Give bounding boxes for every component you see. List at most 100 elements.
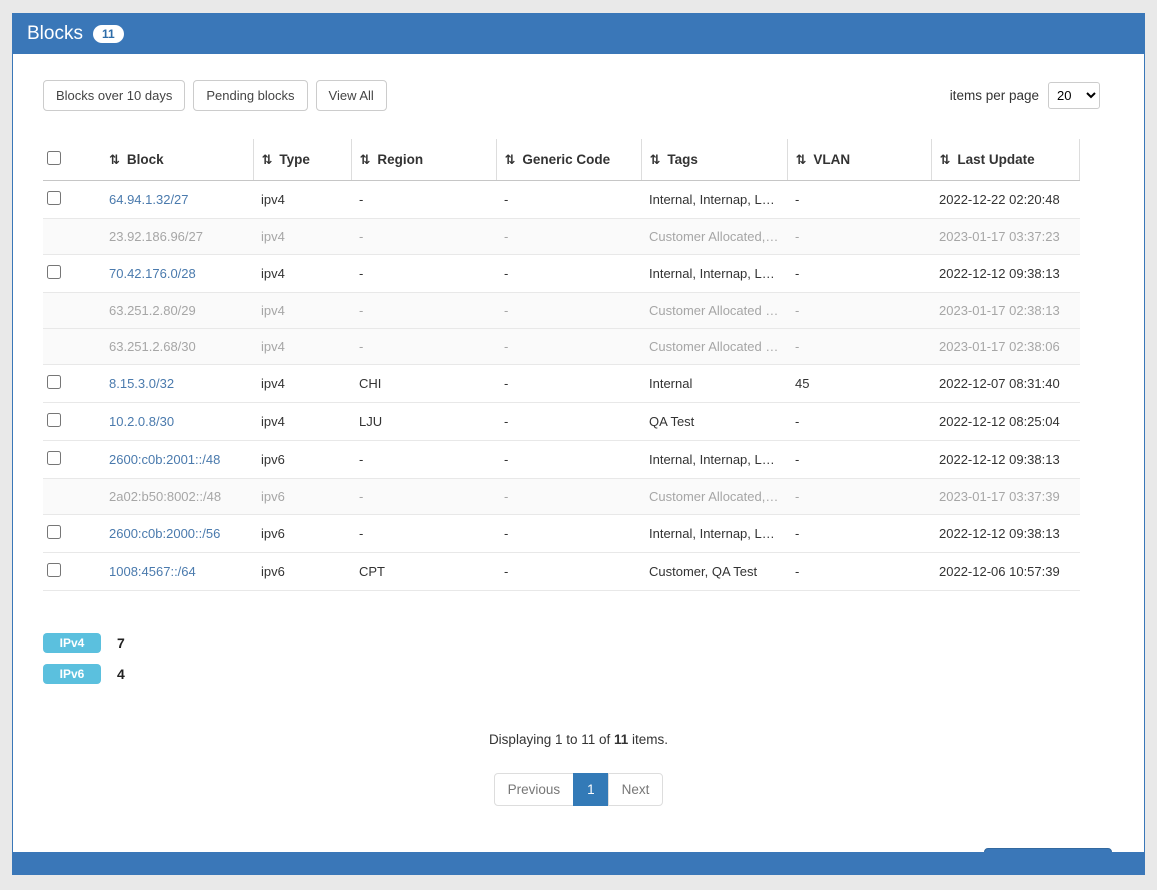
block-link[interactable]: 8.15.3.0/32 [109,376,174,391]
next-page-button[interactable]: Next [608,773,664,806]
vlan-cell: - [787,329,931,365]
block-link[interactable]: 2600:c0b:2000::/56 [109,526,220,541]
vlan-cell: - [787,553,931,591]
block-cell: 1008:4567::/64 [101,553,253,591]
type-cell: ipv6 [253,553,351,591]
table-row: 10.2.0.8/30ipv4LJU-QA Test-2022-12-12 08… [43,403,1080,441]
tags-cell: Internal, Internap, LAN [641,515,787,553]
last-update-cell: 2022-12-12 08:25:04 [931,403,1080,441]
row-checkbox[interactable] [47,375,61,389]
type-cell: ipv6 [253,479,351,515]
filter-button-blocks-over-10-days[interactable]: Blocks over 10 days [43,80,185,111]
generic-code-cell: - [496,403,641,441]
sort-icon: ⇅ [940,152,951,167]
column-header-tags[interactable]: ⇅Tags [641,139,787,181]
count-badge: 11 [93,25,124,43]
summary-row-ipv6: IPv64 [43,664,1114,684]
region-cell: CPT [351,553,496,591]
type-cell: ipv6 [253,515,351,553]
generic-code-cell: - [496,479,641,515]
filter-button-pending-blocks[interactable]: Pending blocks [193,80,307,111]
panel-footer [13,852,1144,874]
region-cell: CHI [351,365,496,403]
generic-code-cell: - [496,293,641,329]
table-row: 64.94.1.32/27ipv4--Internal, Internap, L… [43,181,1080,219]
block-link[interactable]: 2600:c0b:2001::/48 [109,452,220,467]
block-cell: 8.15.3.0/32 [101,365,253,403]
displaying-prefix: Displaying 1 to 11 of [489,732,614,747]
column-header-block[interactable]: ⇅Block [101,139,253,181]
row-checkbox[interactable] [47,265,61,279]
items-per-page-label: items per page [950,88,1039,103]
type-cell: ipv4 [253,403,351,441]
generic-code-cell: - [496,515,641,553]
last-update-cell: 2023-01-17 03:37:39 [931,479,1080,515]
row-checkbox-cell [43,181,101,219]
block-cell: 63.251.2.68/30 [101,329,253,365]
table-row: 1008:4567::/64ipv6CPT-Customer, QA Test-… [43,553,1080,591]
vlan-cell: - [787,255,931,293]
toolbar: Blocks over 10 days Pending blocks View Al… [43,80,1114,111]
items-per-page-select[interactable]: 20 [1048,82,1100,109]
badge-count: 4 [117,666,125,682]
block-link[interactable]: 10.2.0.8/30 [109,414,174,429]
row-checkbox[interactable] [47,525,61,539]
block-cell: 23.92.186.96/27 [101,219,253,255]
block-link[interactable]: 70.42.176.0/28 [109,266,196,281]
column-header-generic-code[interactable]: ⇅Generic Code [496,139,641,181]
last-update-cell: 2022-12-22 02:20:48 [931,181,1080,219]
page-title: Blocks [27,23,83,45]
displaying-text: Displaying 1 to 11 of 11 items. [43,732,1114,747]
page-1-button[interactable]: 1 [573,773,609,806]
column-header-region[interactable]: ⇅Region [351,139,496,181]
column-header-last-update[interactable]: ⇅Last Update [931,139,1080,181]
block-text: 23.92.186.96/27 [109,229,203,244]
vlan-cell: - [787,515,931,553]
block-link[interactable]: 64.94.1.32/27 [109,192,189,207]
vlan-cell: - [787,293,931,329]
table-row: 8.15.3.0/32ipv4CHI-Internal452022-12-07 … [43,365,1080,403]
sort-icon: ⇅ [262,152,273,167]
row-checkbox[interactable] [47,413,61,427]
displaying-suffix: items. [628,732,668,747]
vlan-cell: - [787,219,931,255]
table-row: 63.251.2.68/30ipv4--Customer Allocated I… [43,329,1080,365]
column-header-vlan[interactable]: ⇅VLAN [787,139,931,181]
column-header-type[interactable]: ⇅Type [253,139,351,181]
tags-cell: Customer Allocated I… [641,293,787,329]
block-cell: 70.42.176.0/28 [101,255,253,293]
region-cell: - [351,255,496,293]
row-checkbox[interactable] [47,451,61,465]
region-cell: - [351,181,496,219]
filter-button-view-all[interactable]: View All [316,80,387,111]
table-row: 63.251.2.80/29ipv4--Customer Allocated I… [43,293,1080,329]
generic-code-cell: - [496,365,641,403]
block-link[interactable]: 1008:4567::/64 [109,564,196,579]
last-update-cell: 2023-01-17 02:38:06 [931,329,1080,365]
previous-page-button[interactable]: Previous [494,773,575,806]
tags-cell: Customer, QA Test [641,553,787,591]
filter-buttons: Blocks over 10 days Pending blocks View Al… [43,80,387,111]
last-update-cell: 2022-12-12 09:38:13 [931,441,1080,479]
generic-code-cell: - [496,329,641,365]
type-cell: ipv6 [253,441,351,479]
displaying-total: 11 [614,732,628,747]
row-checkbox-cell [43,329,101,365]
block-cell: 2600:c0b:2000::/56 [101,515,253,553]
select-all-checkbox[interactable] [47,151,61,165]
type-cell: ipv4 [253,293,351,329]
sort-icon: ⇅ [796,152,807,167]
generic-code-cell: - [496,553,641,591]
block-cell: 2a02:b50:8002::/48 [101,479,253,515]
region-cell: - [351,441,496,479]
tags-cell: Internal, Internap, LAN [641,441,787,479]
last-update-cell: 2023-01-17 02:38:13 [931,293,1080,329]
tags-cell: Customer Allocated, I… [641,479,787,515]
summary-row-ipv4: IPv47 [43,633,1114,653]
row-checkbox[interactable] [47,191,61,205]
tags-cell: Customer Allocated I… [641,329,787,365]
row-checkbox-cell [43,441,101,479]
table-body: 64.94.1.32/27ipv4--Internal, Internap, L… [43,181,1080,591]
row-checkbox[interactable] [47,563,61,577]
tags-cell: Internal, Internap, LAN [641,255,787,293]
